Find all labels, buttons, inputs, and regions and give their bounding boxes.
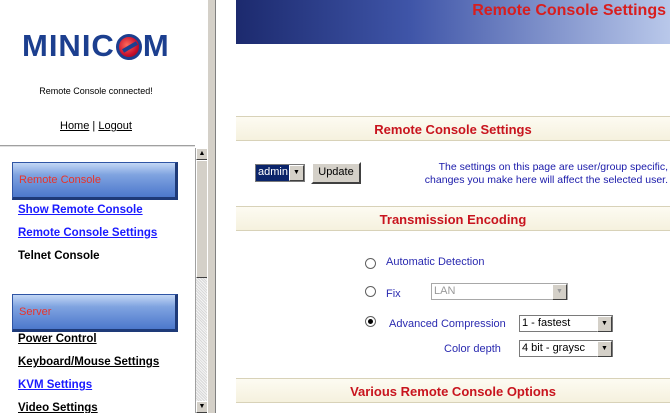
chevron-down-icon: ▼ [597, 316, 612, 332]
update-button[interactable]: Update [311, 162, 361, 184]
globe-icon [115, 34, 142, 60]
chevron-down-icon: ▼ [289, 165, 304, 181]
home-link[interactable]: Home [60, 120, 89, 132]
label-color-depth: Color depth [444, 343, 501, 355]
section-header-settings: Remote Console Settings [236, 116, 670, 141]
sidebar-item-telnet-console[interactable]: Telnet Console [18, 250, 100, 262]
label-advanced-compression: Advanced Compression [389, 318, 506, 330]
main-content-frame: Remote Console Settings Remote Console S… [216, 0, 670, 413]
radio-fix[interactable] [365, 286, 376, 297]
color-depth-value: 4 bit - graysc [522, 342, 585, 354]
minicom-logo: MINIC M [22, 28, 170, 64]
logo-text-start: MINIC [22, 28, 115, 63]
link-separator: | [92, 120, 96, 132]
user-note-line-1: The settings on this page are user/group… [438, 161, 668, 173]
sidebar-item-keyboard-mouse-settings[interactable]: Keyboard/Mouse Settings [18, 356, 159, 368]
radio-automatic-detection[interactable] [365, 258, 376, 269]
chevron-down-icon: ▼ [597, 341, 612, 357]
left-navigation-frame: MINIC M Remote Console connected! Home | … [0, 0, 212, 413]
home-logout-links: Home | Logout [0, 120, 192, 132]
sidebar-item-video-settings[interactable]: Video Settings [18, 402, 98, 413]
label-automatic-detection: Automatic Detection [386, 256, 485, 268]
logout-link[interactable]: Logout [98, 120, 132, 132]
user-specific-note: The settings on this page are user/group… [368, 161, 668, 187]
page-title: Remote Console Settings [472, 2, 666, 19]
section-header-various-options: Various Remote Console Options [236, 378, 670, 403]
sidebar-item-show-remote-console[interactable]: Show Remote Console [18, 204, 143, 216]
user-select-dropdown[interactable]: admin ▼ [255, 164, 305, 182]
sidebar-scrollbar[interactable]: ▲ ▼ [195, 148, 208, 413]
menu-header-remote-console: Remote Console [12, 162, 178, 200]
frame-divider[interactable] [207, 0, 216, 413]
user-note-line-2: changes you make here will affect the se… [424, 174, 668, 186]
advanced-compression-value: 1 - fastest [522, 317, 571, 329]
title-banner: Remote Console Settings [236, 0, 670, 44]
sidebar-item-kvm-settings[interactable]: KVM Settings [18, 379, 92, 391]
user-select-value: admin [256, 165, 289, 181]
color-depth-select[interactable]: 4 bit - graysc ▼ [519, 340, 613, 357]
connection-status: Remote Console connected! [39, 86, 153, 96]
label-fix: Fix [386, 288, 401, 300]
radio-advanced-compression[interactable] [365, 316, 376, 327]
logo-text-end: M [142, 28, 170, 63]
fix-select-value: LAN [434, 285, 456, 297]
fix-select: LAN ▼ [431, 283, 568, 300]
advanced-compression-select[interactable]: 1 - fastest ▼ [519, 315, 613, 332]
section-header-encoding: Transmission Encoding [236, 206, 670, 231]
divider [0, 145, 195, 147]
chevron-down-icon: ▼ [552, 284, 567, 300]
sidebar-item-remote-console-settings[interactable]: Remote Console Settings [18, 227, 157, 239]
sidebar-menu: Remote Console Show Remote Console Remot… [0, 148, 195, 413]
menu-header-server: Server [12, 294, 178, 332]
sidebar-item-power-control[interactable]: Power Control [18, 333, 97, 345]
